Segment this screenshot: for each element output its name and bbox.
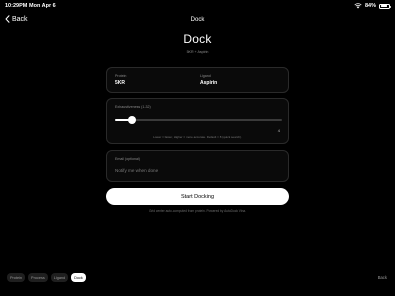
email-label: Email (optional) — [115, 157, 140, 161]
status-date: Mon Apr 6 — [29, 3, 56, 9]
protein-value: 5KR — [115, 80, 126, 86]
tab-ligand[interactable]: Ligand — [50, 273, 69, 282]
tab-protein[interactable]: Protein — [7, 273, 26, 282]
nav-title: Dock — [190, 17, 205, 23]
step-tabs: Protein Process Ligand Dock — [7, 273, 86, 282]
battery-fill — [380, 5, 388, 7]
exhaustiveness-value: 4 — [277, 128, 280, 133]
exhaustiveness-card: Exhaustiveness (1-32) 4 Lower = faster, … — [106, 98, 289, 144]
start-docking-button[interactable]: Start Docking — [106, 188, 289, 205]
molecules-card: Protein 5KR Ligand Aspirin — [106, 67, 289, 93]
battery-percent: 84% — [364, 3, 376, 9]
email-card: Email (optional) — [106, 150, 289, 182]
protein-label: Protein — [115, 74, 127, 78]
footer-note: Grid center auto-computed from protein. … — [148, 209, 247, 213]
battery-cap — [390, 5, 391, 8]
exhaustiveness-hint: Lower = faster, Higher = more accurate. … — [153, 135, 242, 139]
tab-dock[interactable]: Dock — [71, 273, 86, 282]
navigation-bar: Back Dock — [0, 12, 395, 28]
slider-thumb[interactable] — [127, 115, 136, 125]
status-time: 10:29PM — [5, 3, 28, 9]
exhaustiveness-label: Exhaustiveness (1-32) — [115, 105, 151, 109]
page-title: Dock — [183, 32, 212, 46]
ligand-label: Ligand — [200, 74, 211, 78]
wifi-icon — [354, 3, 362, 9]
exhaustiveness-slider[interactable] — [115, 115, 282, 125]
status-bar: 10:29PM Mon Apr 6 84% — [0, 0, 395, 12]
tab-process[interactable]: Process — [28, 273, 48, 282]
page-subtitle: 5KR + Aspirin — [186, 50, 209, 54]
bottom-back-button[interactable]: Back — [378, 275, 387, 280]
ligand-value: Aspirin — [200, 80, 218, 86]
status-indicators: 84% — [354, 3, 391, 9]
battery-icon — [379, 3, 391, 9]
email-field[interactable] — [115, 166, 282, 175]
